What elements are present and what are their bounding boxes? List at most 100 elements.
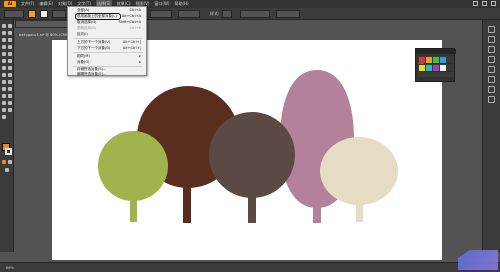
menu-item-label: 全部(A)	[77, 8, 90, 12]
hand-icon[interactable]	[8, 108, 12, 112]
stroke-weight-dropdown[interactable]	[52, 10, 66, 18]
tools-panel	[0, 20, 14, 252]
close-icon[interactable]	[491, 1, 496, 6]
scale-icon[interactable]	[2, 66, 6, 70]
menu-item-next-object-above[interactable]: 上方的下一个对象(V) Alt+Ctrl+]	[77, 40, 143, 45]
menu-separator	[73, 38, 143, 39]
submenu-arrow-icon: ▸	[139, 60, 141, 64]
swatch-red[interactable]	[419, 56, 425, 63]
type-icon[interactable]	[8, 38, 12, 42]
stroke-panel-icon[interactable]	[488, 66, 495, 73]
perspective-icon[interactable]	[2, 80, 6, 84]
app-logo: Ai	[4, 1, 16, 7]
paintbrush-icon[interactable]	[2, 52, 6, 56]
menu-item-shortcut: Ctrl+A	[129, 8, 141, 12]
menu-edit[interactable]: 编辑(E)	[39, 0, 53, 8]
pencil-icon[interactable]	[8, 52, 12, 56]
menu-item-reselect[interactable]: 重新选择(R) Ctrl+6	[77, 26, 143, 31]
zoom-level[interactable]: 66%	[6, 265, 14, 271]
menu-window[interactable]: 窗口(W)	[154, 0, 169, 8]
menu-item-label: 相同(M)	[77, 54, 90, 58]
status-bar: 66%	[0, 262, 500, 272]
symbols-panel-icon[interactable]	[488, 56, 495, 63]
swatch-teal[interactable]	[426, 64, 432, 71]
swatch-yellow[interactable]	[419, 64, 425, 71]
menu-file[interactable]: 文件(F)	[21, 0, 34, 8]
opacity-field[interactable]	[178, 10, 200, 18]
swatch-purple[interactable]	[433, 64, 439, 71]
swatch-orange[interactable]	[426, 56, 432, 63]
stroke-color-swatch[interactable]	[40, 10, 48, 18]
gradient-panel-icon[interactable]	[488, 76, 495, 83]
slice-icon[interactable]	[2, 108, 6, 112]
eraser-icon[interactable]	[2, 59, 6, 63]
swatch-blue[interactable]	[440, 56, 446, 63]
artboard-icon[interactable]	[8, 101, 12, 105]
color-panel-icon[interactable]	[488, 26, 495, 33]
color-mode-icon[interactable]	[2, 160, 6, 164]
swatch-white[interactable]	[440, 64, 446, 71]
rotate-icon[interactable]	[8, 59, 12, 63]
graph-icon[interactable]	[2, 101, 6, 105]
document-setup-button[interactable]	[240, 10, 270, 18]
menu-item-label: 取消选择(D)	[77, 20, 97, 24]
gradient-icon[interactable]	[2, 87, 6, 91]
brush-definition-dropdown[interactable]	[150, 10, 172, 18]
layers-panel-icon[interactable]	[488, 96, 495, 103]
menu-item-shortcut: Alt+Ctrl+[	[122, 46, 141, 50]
transparency-panel-icon[interactable]	[488, 86, 495, 93]
swatch-row	[418, 64, 454, 71]
gray-tree-crown	[209, 112, 295, 198]
menu-item-shortcut: Ctrl+6	[129, 26, 141, 30]
symbol-sprayer-icon[interactable]	[8, 94, 12, 98]
eyedropper-icon[interactable]	[8, 87, 12, 91]
panel-tab[interactable]: 色板	[416, 49, 456, 65]
menu-item-shortcut: Shift+Ctrl+A	[118, 20, 141, 24]
rectangle-icon[interactable]	[8, 45, 12, 49]
maximize-icon[interactable]	[482, 1, 487, 6]
mesh-icon[interactable]	[8, 80, 12, 84]
width-icon[interactable]	[8, 66, 12, 70]
menu-item-same[interactable]: 相同(M) ▸	[77, 54, 143, 59]
menu-item-shortcut: Alt+Ctrl+]	[122, 40, 141, 44]
menu-help[interactable]: 帮助(H)	[174, 0, 188, 8]
selection-icon[interactable]	[2, 24, 6, 28]
select-menu-dropdown: 全部(A) Ctrl+A 现用画板上的全部对象(L) Alt+Ctrl+A 取消…	[67, 6, 147, 76]
screen-mode-icon[interactable]	[5, 168, 9, 172]
menu-item-all-on-active-artboard[interactable]: 现用画板上的全部对象(L) Alt+Ctrl+A	[77, 14, 143, 19]
menu-item-label: 上方的下一个对象(V)	[77, 40, 111, 44]
fill-color-swatch[interactable]	[28, 10, 36, 18]
line-icon[interactable]	[2, 45, 6, 49]
gradient-mode-icon[interactable]	[8, 160, 12, 164]
cream-tree-crown	[320, 137, 398, 205]
stroke-color-box[interactable]	[5, 148, 12, 155]
swatch-green[interactable]	[433, 56, 439, 63]
menu-item-next-object-below[interactable]: 下方的下一个对象(B) Alt+Ctrl+[	[77, 46, 143, 51]
direct-selection-icon[interactable]	[8, 24, 12, 28]
menu-item-label: 下方的下一个对象(B)	[77, 46, 111, 50]
green-tree-trunk	[130, 200, 137, 222]
preferences-button[interactable]	[276, 10, 300, 18]
green-tree-crown	[98, 131, 168, 201]
shape-builder-icon[interactable]	[8, 73, 12, 77]
pen-icon[interactable]	[2, 38, 6, 42]
brushes-panel-icon[interactable]	[488, 46, 495, 53]
menu-item-deselect[interactable]: 取消选择(D) Shift+Ctrl+A	[77, 20, 143, 25]
submenu-arrow-icon: ▸	[139, 54, 141, 58]
lasso-icon[interactable]	[8, 31, 12, 35]
free-transform-icon[interactable]	[2, 73, 6, 77]
menu-item-edit-selection[interactable]: 编辑所选对象(E)...	[77, 72, 143, 77]
menu-item-label: 对象(O)	[77, 60, 90, 64]
menu-item-shortcut: Alt+Ctrl+A	[121, 14, 141, 18]
panel-footer	[418, 72, 454, 77]
swatches-panel: 色板	[415, 48, 456, 82]
magic-wand-icon[interactable]	[2, 31, 6, 35]
style-dropdown[interactable]	[222, 10, 232, 18]
swatches-panel-icon[interactable]	[488, 36, 495, 43]
menu-item-label: 反向(I)	[77, 32, 88, 36]
menu-item-object[interactable]: 对象(O) ▸	[77, 60, 143, 65]
minimize-icon[interactable]	[473, 1, 478, 6]
zoom-icon[interactable]	[2, 115, 6, 119]
blend-icon[interactable]	[2, 94, 6, 98]
menu-item-inverse[interactable]: 反向(I)	[77, 32, 143, 37]
